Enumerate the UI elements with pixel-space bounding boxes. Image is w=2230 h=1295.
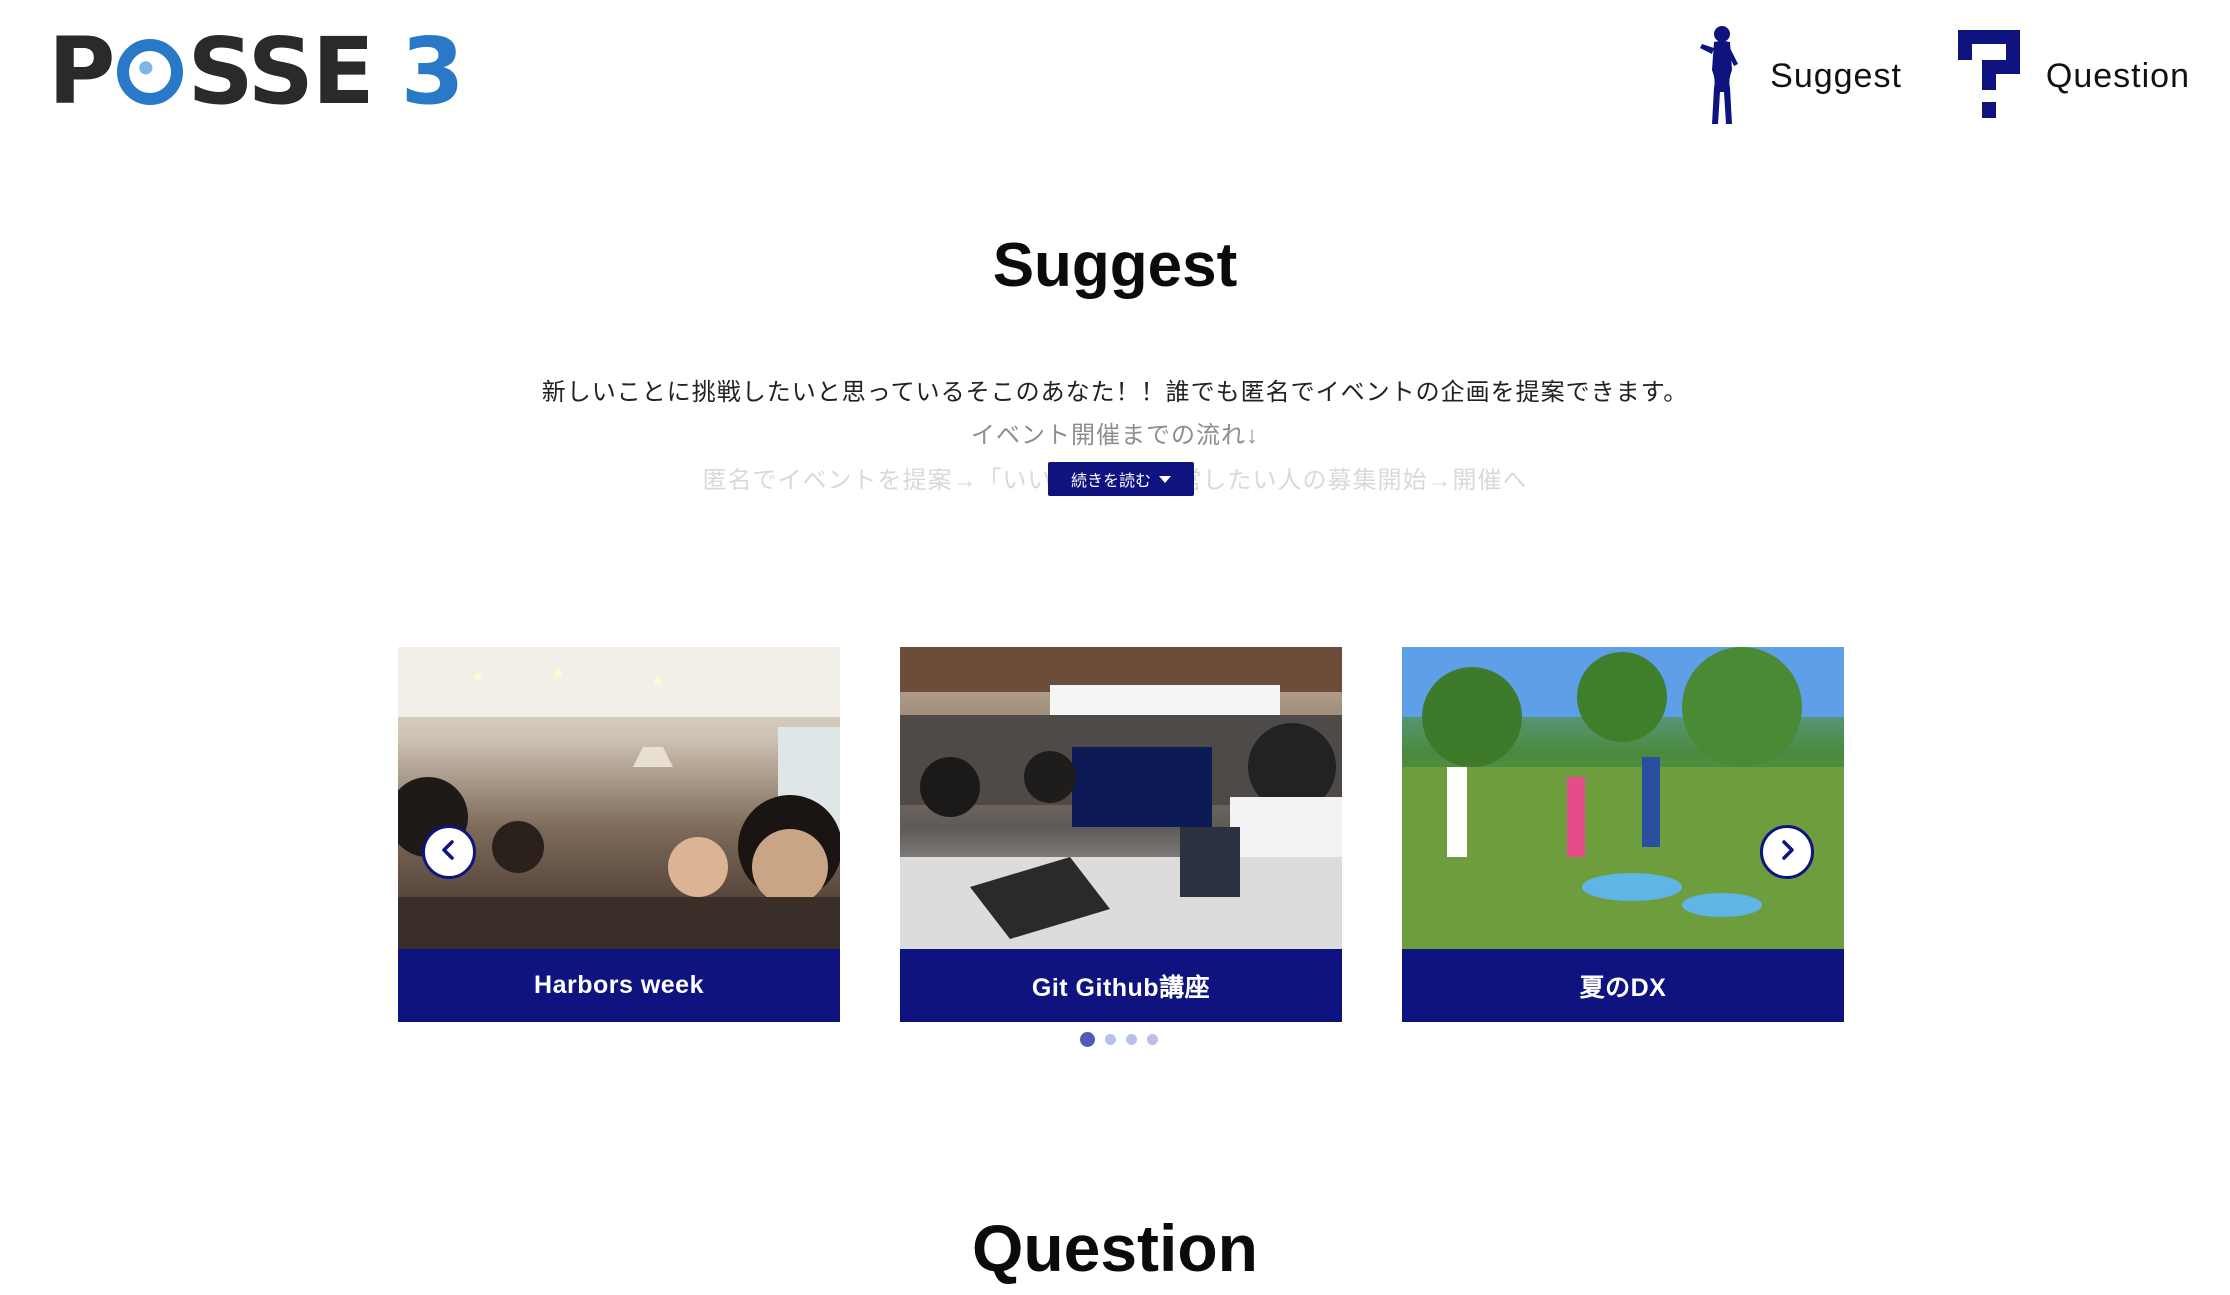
logo-letters-sse: SSE [187, 18, 374, 125]
top-nav: Suggest Question [1698, 24, 2190, 128]
chevron-left-icon [438, 839, 460, 866]
carousel-dot[interactable] [1126, 1034, 1137, 1045]
logo-wordmark: P SSE [48, 18, 375, 125]
posse-logo[interactable]: P SSE 3 [48, 26, 465, 118]
suggest-description-line2: イベント開催までの流れ↓ [971, 422, 1259, 449]
carousel-next-button[interactable] [1760, 825, 1814, 879]
logo-letter-p: P [48, 18, 115, 125]
event-card-caption: Git Github講座 [900, 949, 1342, 1022]
woman-silhouette-icon [1698, 24, 1744, 128]
site-header: P SSE 3 Suggest Question [0, 0, 2230, 150]
carousel-dot[interactable] [1105, 1034, 1116, 1045]
event-card-caption: 夏のDX [1402, 949, 1844, 1022]
caret-down-icon [1159, 475, 1171, 483]
carousel-prev-button[interactable] [422, 825, 476, 879]
read-more-label: 続きを読む [1070, 473, 1151, 490]
event-photo [900, 647, 1342, 949]
question-mark-icon [1957, 30, 2020, 122]
event-carousel: Harbors week Git Github講座 夏のDX [398, 647, 1844, 1022]
event-card-caption: Harbors week [398, 949, 840, 1022]
carousel-pagination [1080, 1032, 1158, 1047]
nav-question-label: Question [2045, 56, 2190, 95]
read-more-button[interactable]: 続きを読む [1048, 462, 1194, 496]
chevron-right-icon [1776, 839, 1798, 866]
event-photo [398, 647, 840, 949]
question-section-title: Question [971, 1211, 1258, 1285]
event-photo [1402, 647, 1844, 949]
carousel-dot[interactable] [1147, 1034, 1158, 1045]
nav-suggest-label: Suggest [1770, 56, 1902, 95]
carousel-dot[interactable] [1080, 1032, 1095, 1047]
suggest-description-line1: 新しいことに挑戦したいと思っているそこのあなた！！誰でも匿名でイベントの企画を提… [541, 379, 1689, 406]
event-card[interactable]: Git Github講座 [900, 647, 1342, 1022]
nav-suggest[interactable]: Suggest [1698, 24, 1902, 128]
logo-o-mark [117, 39, 184, 105]
logo-number: 3 [400, 18, 465, 125]
suggest-section-title: Suggest [992, 231, 1238, 300]
nav-question[interactable]: Question [1957, 30, 2190, 122]
